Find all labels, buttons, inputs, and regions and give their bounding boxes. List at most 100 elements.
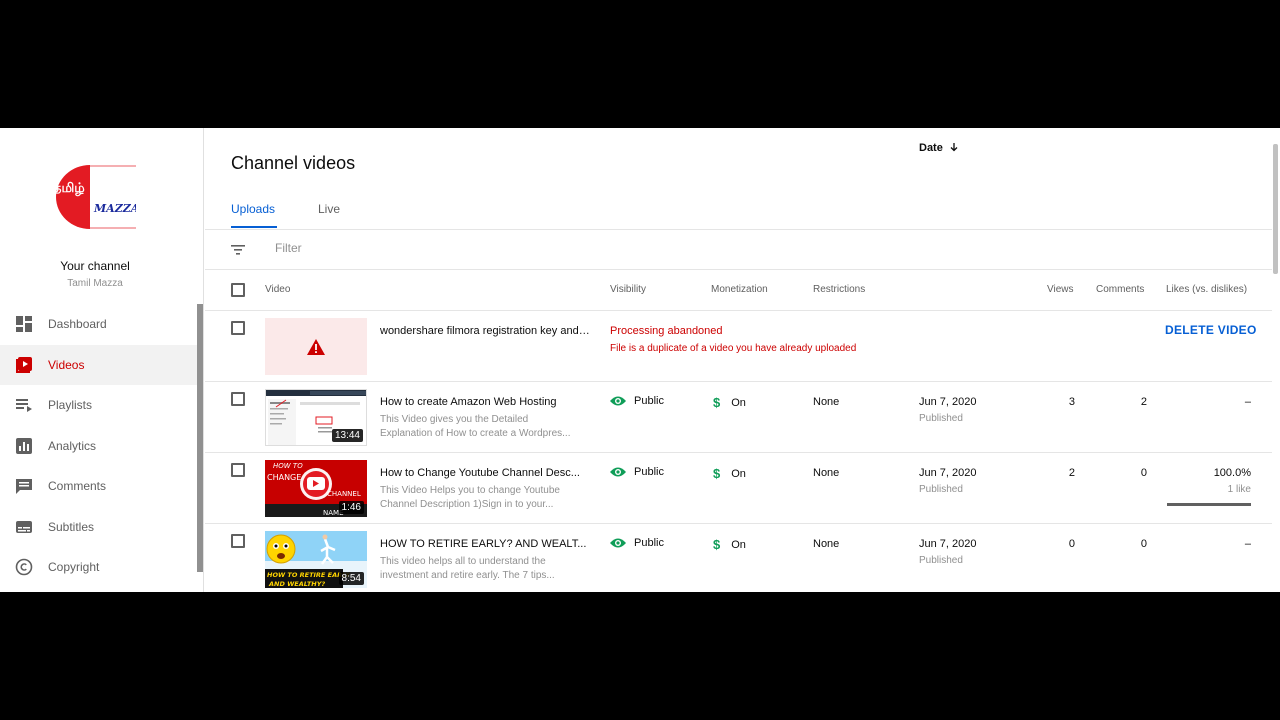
column-header-likes[interactable]: Likes (vs. dislikes) (1166, 284, 1247, 295)
page-title: Channel videos (231, 153, 356, 173)
sidebar-item-comments[interactable]: Comments (0, 466, 197, 507)
table-row[interactable]: 13:44 How to create Amazon Web Hosting T… (205, 382, 1272, 453)
visibility-cell[interactable]: Public (610, 537, 664, 549)
column-header-monetization[interactable]: Monetization (711, 284, 768, 295)
logo-text-mazza: MAZZA (93, 202, 136, 215)
thumb-text-how-to: HOW TO (273, 462, 303, 470)
video-title[interactable]: wondershare filmora registration key and… (380, 325, 590, 337)
column-header-restrictions[interactable]: Restrictions (813, 284, 865, 295)
column-header-views[interactable]: Views (1047, 284, 1074, 295)
row-checkbox[interactable] (231, 321, 245, 335)
video-description: This video helps all to understand the i… (380, 556, 555, 581)
views-count: 2 (1068, 467, 1075, 479)
select-all-checkbox[interactable] (231, 283, 245, 297)
column-header-date[interactable]: Date (919, 142, 959, 154)
sidebar-item-label: Copyright (48, 560, 100, 575)
subtitles-icon (0, 518, 48, 536)
filter-input[interactable] (275, 241, 575, 255)
tab-active-indicator (231, 226, 277, 228)
video-date: Jun 7, 2020 (919, 396, 977, 408)
divider (205, 269, 1272, 270)
sidebar-item-analytics[interactable]: Analytics (0, 426, 197, 467)
table-row[interactable]: HOW TO RETIRE EARLY AND WEALTHY? 8:54 HO… (205, 524, 1272, 592)
processing-error-detail: File is a duplicate of a video you have … (610, 343, 857, 354)
thumb-text-change: CHANGE (267, 473, 301, 482)
sidebar-scrollbar[interactable] (197, 304, 203, 572)
visibility-cell[interactable]: Public (610, 466, 664, 478)
column-header-date-label: Date (919, 142, 943, 154)
eye-icon (610, 396, 626, 406)
monetization-cell[interactable]: $ On (713, 466, 746, 481)
views-count: 3 (1068, 396, 1075, 408)
dollar-icon: $ (713, 466, 721, 481)
sidebar-item-label: Dashboard (48, 317, 107, 332)
restrictions-cell: None (813, 538, 840, 550)
comments-count: 0 (1140, 538, 1147, 550)
main-content: Channel videos Uploads Live Video Visibi… (205, 128, 1272, 592)
row-checkbox[interactable] (231, 534, 245, 548)
tab-live[interactable]: Live (318, 202, 340, 216)
filter-icon[interactable] (230, 242, 246, 263)
visibility-cell[interactable]: Public (610, 395, 664, 407)
column-header-visibility[interactable]: Visibility (610, 284, 646, 295)
video-title[interactable]: How to create Amazon Web Hosting (380, 396, 590, 408)
sidebar-item-label: Playlists (48, 398, 93, 413)
channel-name: Tamil Mazza (67, 278, 123, 289)
table-row[interactable]: wondershare filmora registration key and… (205, 311, 1272, 382)
sidebar-item-copyright[interactable]: Copyright (0, 547, 197, 588)
eye-icon (610, 538, 626, 548)
sidebar-item-subtitles[interactable]: Subtitles (0, 507, 197, 548)
video-thumbnail[interactable]: 13:44 (265, 389, 367, 446)
monetization-label: On (731, 538, 746, 551)
video-duration: 1:46 (338, 501, 364, 514)
table-row[interactable]: HOW TO CHANGE CHANNEL NAME 1:46 How to C… (205, 453, 1272, 524)
thumb-text-wealthy: AND WEALTHY? (268, 580, 325, 588)
processing-error-title: Processing abandoned (610, 325, 723, 337)
sidebar-item-label: Videos (48, 357, 85, 372)
column-header-comments[interactable]: Comments (1096, 284, 1144, 295)
comments-icon (0, 477, 48, 495)
video-title[interactable]: HOW TO RETIRE EARLY? AND WEALT... (380, 538, 590, 550)
row-checkbox[interactable] (231, 463, 245, 477)
sidebar-item-playlists[interactable]: Playlists (0, 385, 197, 426)
logo-text-tamil: தமிழ் (53, 181, 85, 196)
video-description: This Video gives you the Detailed Explan… (380, 414, 571, 439)
likes-detail: 1 like (1227, 484, 1251, 495)
delete-video-button[interactable]: DELETE VIDEO (1165, 323, 1257, 337)
monetization-cell[interactable]: $ On (713, 537, 746, 552)
eye-icon (610, 467, 626, 477)
restrictions-cell: None (813, 396, 840, 408)
playlists-icon (0, 396, 48, 414)
column-header-video: Video (265, 284, 291, 295)
views-count: 0 (1068, 538, 1075, 550)
like-ratio-fill (1167, 503, 1251, 506)
sidebar-item-label: Analytics (48, 438, 97, 453)
tab-uploads[interactable]: Uploads (231, 202, 275, 216)
video-thumbnail[interactable]: HOW TO RETIRE EARLY AND WEALTHY? 8:54 (265, 531, 367, 588)
channel-logo[interactable]: தமிழ் MAZZA (48, 165, 136, 229)
video-duration: 8:54 (338, 572, 364, 585)
sort-arrow-down-icon (950, 143, 958, 152)
divider (205, 229, 1272, 230)
main-scrollbar[interactable] (1273, 144, 1278, 274)
video-thumbnail-error[interactable] (265, 318, 367, 375)
video-date-status: Published (919, 555, 963, 566)
warning-icon (307, 339, 325, 355)
sidebar-item-dashboard[interactable]: Dashboard (0, 304, 197, 345)
video-date-status: Published (919, 484, 963, 495)
video-duration: 13:44 (331, 429, 363, 442)
sidebar-item-label: Subtitles (48, 519, 95, 534)
video-title[interactable]: How to Change Youtube Channel Desc... (380, 467, 590, 479)
monetization-cell[interactable]: $ On (713, 395, 746, 410)
video-thumbnail[interactable]: HOW TO CHANGE CHANNEL NAME 1:46 (265, 460, 367, 517)
video-description: This Video Helps you to change Youtube C… (380, 485, 560, 510)
row-checkbox[interactable] (231, 392, 245, 406)
sidebar-nav: Dashboard Videos Playlists Analytics Com… (0, 304, 197, 588)
dollar-icon: $ (713, 395, 721, 410)
sidebar-item-videos[interactable]: Videos (0, 344, 197, 385)
sidebar: தமிழ் MAZZA Your channel Tamil Mazza Das… (0, 128, 204, 592)
likes-value: – (1244, 538, 1251, 550)
copyright-icon (0, 558, 48, 576)
visibility-label: Public (634, 466, 664, 478)
video-date: Jun 7, 2020 (919, 538, 977, 550)
